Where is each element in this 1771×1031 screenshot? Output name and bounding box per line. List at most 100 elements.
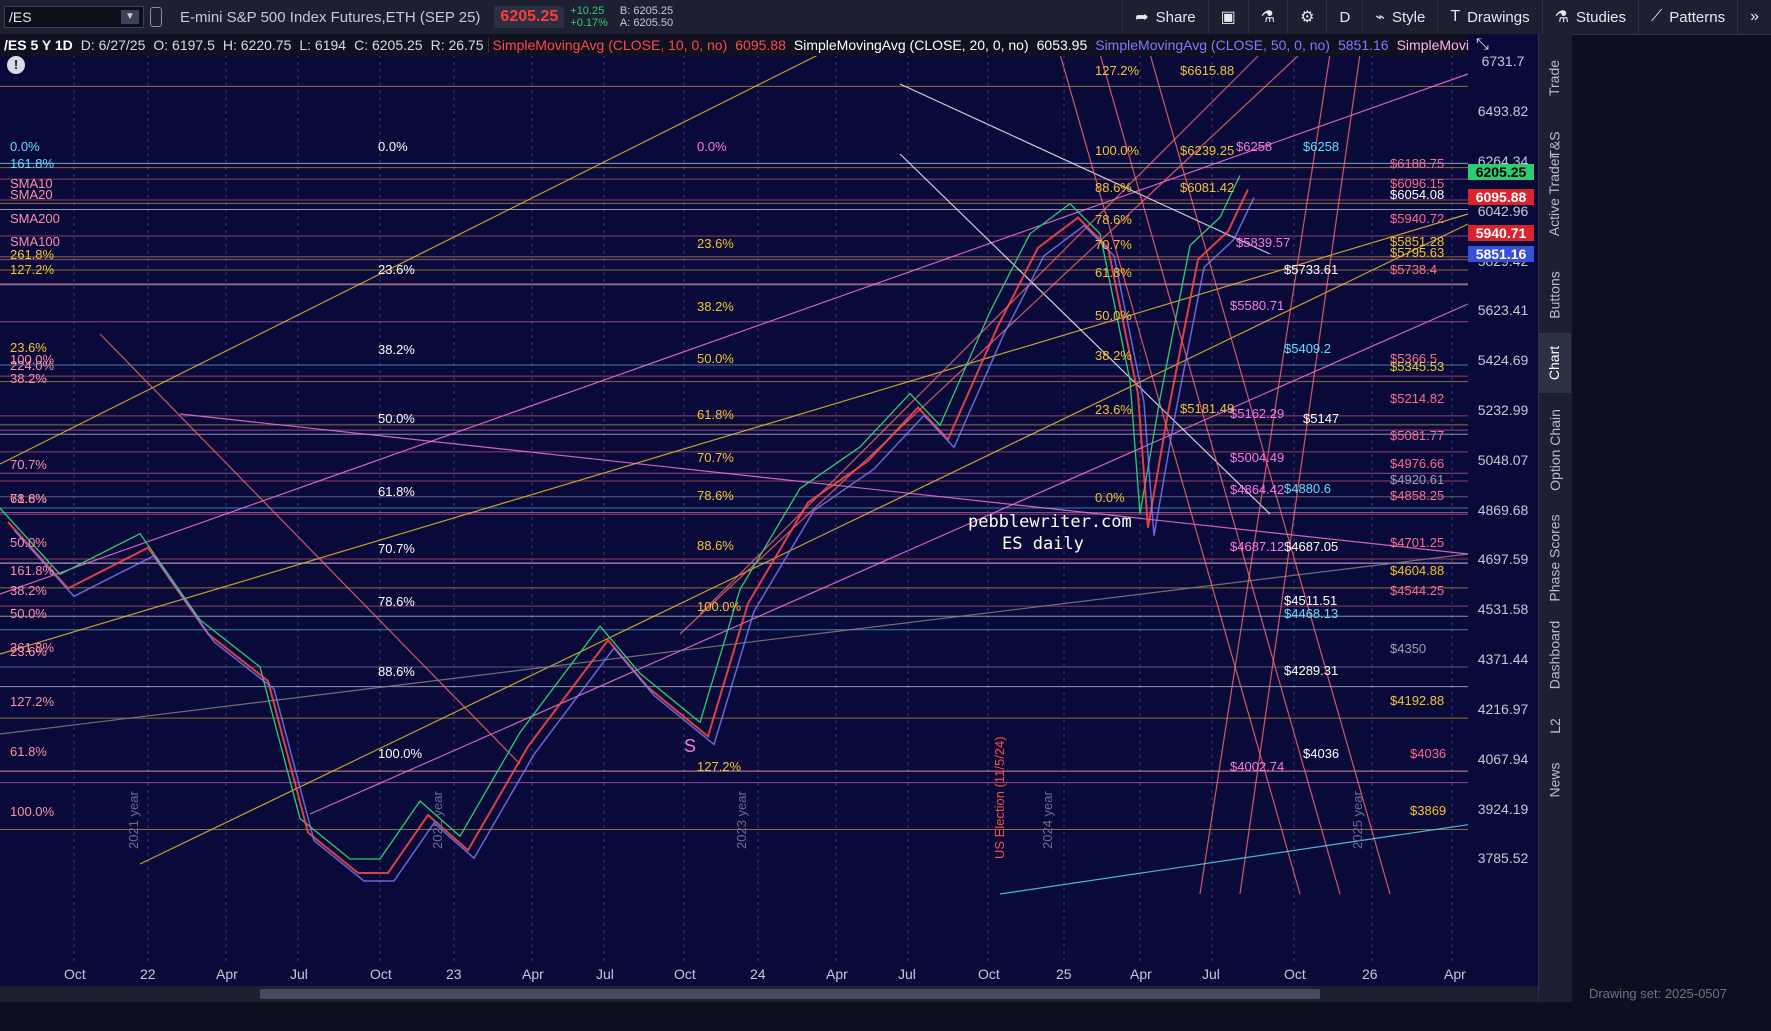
sidebar-tab-l2[interactable]: L2 [1538,706,1571,746]
price-axis-label: 6493.82 [1477,103,1529,119]
flask-button[interactable]: ⚗ [1247,0,1287,34]
fib-label-left: 261.8% [10,247,55,262]
horizontal-scrollbar[interactable] [0,986,1538,1002]
sidebar-tab-label: News [1546,762,1563,798]
fib-label-right: 61.8% [1095,265,1132,280]
time-axis-label: 23 [446,966,462,982]
fib-label-right: 127.2% [1095,63,1140,78]
share-button[interactable]: ➦ Share [1122,0,1207,34]
price-axis-label: 5048.07 [1477,452,1529,468]
price-level-label: $4880.6 [1284,481,1331,496]
patterns-button[interactable]: ⟋ Patterns [1638,0,1737,34]
sidebar-tab-phase-scores[interactable]: Phase Scores [1538,510,1571,605]
fib-label-left: 38.2% [10,371,47,386]
fib-label-left: 50.0% [10,606,47,621]
style-button[interactable]: ⌁ Style [1362,0,1437,34]
sidebar-tab-active-trader[interactable]: Active Trader [1538,150,1571,240]
style-icon: ⌁ [1375,9,1385,26]
price-axis-label: 6042.96 [1477,203,1529,219]
trendline [999,813,1538,895]
fib-label-mid: 38.2% [697,299,734,314]
price-level-label: $6081.42 [1180,180,1234,195]
symbol-selector[interactable]: /ES ▼ [4,6,144,28]
watermark-text: pebblewriter.com [968,512,1132,532]
fib-label-mid: 0.0% [378,139,408,154]
chevron-down-icon[interactable]: ▼ [121,10,139,24]
period-button[interactable]: D [1326,0,1362,34]
chart-area[interactable]: 0.0% 161.8% SMA10 SMA20 SMA200 SMA100 261.8% 12… [0,34,1538,994]
year-label: 2021 year [126,791,141,849]
price-level-label: $6615.88 [1180,63,1234,78]
fib-label-mid: 78.6% [697,488,734,503]
price-level-label: $6258 [1303,139,1339,154]
fib-label-left: SMA200 [10,211,60,226]
year-label: 2022 year [430,791,445,849]
time-axis-label: Oct [1284,966,1306,982]
price-axis-label: 5424.69 [1477,352,1529,368]
text-tool-icon: T [1450,8,1461,25]
flask-icon: ⚗ [1554,9,1569,26]
fib-label-left: SMA20 [10,187,53,202]
symbol-period: /ES 5 Y 1D [4,37,73,53]
fib-label-left: 0.0% [10,139,40,154]
price-level-label: $5580.71 [1230,298,1284,313]
price-tag: 5851.16 [1468,246,1534,262]
sma10-label[interactable]: SimpleMovingAvg (CLOSE, 10, 0, no) [487,37,732,53]
price-axis-label: 4371.44 [1477,651,1529,667]
sma20-label[interactable]: SimpleMovingAvg (CLOSE, 20, 0, no) [790,37,1033,53]
time-axis-label: 25 [1056,966,1072,982]
sidebar-tab-dashboard[interactable]: Dashboard [1538,610,1571,700]
patterns-icon: ⟋ [1651,8,1663,25]
scrollbar-thumb[interactable] [260,989,1320,999]
fib-label-mid: 61.8% [697,407,734,422]
settings-button[interactable]: ⚙ [1287,0,1326,34]
fib-label-left: 100.0% [10,352,55,367]
price-axis-label: 4531.58 [1477,601,1529,617]
sidebar-tab-chart[interactable]: Chart [1538,333,1571,393]
price-level-label: $5214.82 [1390,391,1444,406]
expand-icon[interactable]: ⤡ [1476,36,1489,54]
price-level-label: $4864.42 [1230,482,1284,497]
price-level-label: $5940.72 [1390,211,1444,226]
watermark-text: ES daily [1002,534,1084,554]
price-level-label: $5795.63 [1390,245,1444,260]
snapshot-button[interactable]: ▣ [1207,0,1248,34]
price-level-label: $4036 [1410,746,1446,761]
time-axis-label: Oct [370,966,392,982]
price-axis-label: 3924.19 [1477,801,1529,817]
fib-label-mid: 50.0% [697,351,734,366]
symbol-text: /ES [9,9,32,25]
sidebar-tab-news[interactable]: News [1538,745,1571,815]
sidebar-tab-buttons[interactable]: Buttons [1538,260,1571,330]
sidebar-tab-label: Buttons [1546,271,1563,319]
time-axis-label: 26 [1362,966,1378,982]
time-axis-label: Apr [1130,966,1152,982]
price-level-label: $4858.25 [1390,488,1444,503]
studies-button[interactable]: ⚗ Studies [1541,0,1638,34]
fib-label-mid: 70.7% [697,450,734,465]
sidebar-tab-option-chain[interactable]: Option Chain [1538,395,1571,505]
last-price: 6205.25 [494,6,565,28]
link-icon[interactable] [150,7,162,27]
sma10-value: 6095.88 [735,37,786,53]
price-level-label: $5345.53 [1390,359,1444,374]
price-level-label: $4002.74 [1230,759,1284,774]
price-level-label: $6188.75 [1390,156,1444,171]
instrument-description: E-mini S&P 500 Index Futures,ETH (SEP 25… [180,8,481,26]
collapse-button[interactable]: » [1737,0,1771,34]
fib-label-mid: 88.6% [697,538,734,553]
fib-label-mid: 127.2% [697,759,742,774]
time-axis-label: Apr [216,966,238,982]
time-axis-label: Oct [978,966,1000,982]
sma50-label[interactable]: SimpleMovingAvg (CLOSE, 50, 0, no) [1091,37,1334,53]
sidebar-tab-trade[interactable]: Trade [1538,40,1571,115]
bar-open: O: 6197.5 [153,37,215,53]
price-level-label: $4544.25 [1390,583,1444,598]
drawings-button[interactable]: T Drawings [1437,0,1541,34]
price-level-label: $4192.88 [1390,693,1444,708]
trendline [99,333,521,765]
time-axis-label: Jul [898,966,916,982]
alert-icon[interactable]: ! [7,56,25,74]
sma-more-label[interactable]: SimpleMoving... [1393,37,1468,53]
price-level-label: $4920.61 [1390,472,1444,487]
